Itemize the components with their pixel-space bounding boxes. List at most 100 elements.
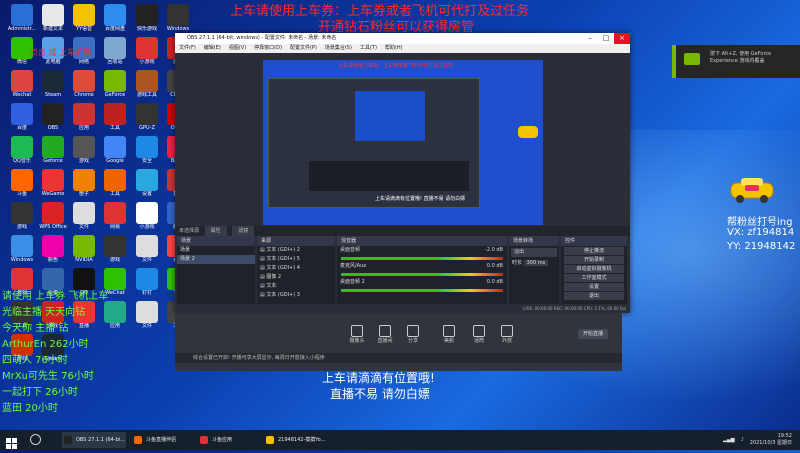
overlay-green-line: 请使用 上车券 飞机上车 [2,291,109,302]
obs-titlebar[interactable]: OBS 27.1.1 (64-bit, windows) - 配置文件: 未命名… [175,33,630,44]
overlay-left-red: 点击 成 上车新路 [30,48,92,57]
obs-menu-item[interactable]: 编辑(E) [204,45,221,51]
scenes-dock-title: 场景 [181,238,192,244]
obs-menu-item[interactable]: 工具(T) [360,45,377,51]
companion-button[interactable]: 直播间 [371,325,399,344]
taskbar-app[interactable]: 斗鱼应用 [198,432,262,448]
taskbar-app[interactable]: OBS 27.1.1 (64-bi... [62,432,126,448]
obs-menu-item[interactable]: 配置文件(P) [290,45,317,51]
source-item[interactable]: ▤ 文本 (GDI+) 4 [257,264,335,273]
desktop-icon-label: Windows [166,26,190,32]
companion-button-label: 分享 [407,338,418,344]
source-item[interactable]: ▤ 文本 (GDI+) 5 [257,255,335,264]
app-icon [136,169,158,191]
volume-meter [341,273,503,276]
source-item[interactable]: ▤ 文本 (GDI+) 3 [257,291,335,300]
control-button[interactable]: 设置 [564,283,624,291]
mixer-channel-name: 桌面音频 2 [340,279,365,285]
scene-item[interactable]: 场景 [177,246,255,255]
volume-icon[interactable]: ♪ [741,437,744,443]
app-icon [136,103,158,125]
app-icon [42,235,64,257]
transition-select[interactable]: 淡出 [511,248,557,257]
taskbar: OBS 27.1.1 (64-bi... 斗鱼直播伴侣 斗鱼应用 21948142-摸… [0,430,800,450]
control-button[interactable]: 开始录制 [564,256,624,264]
obs-menu-item[interactable]: 场景集合(S) [325,45,352,51]
sources-dock: 来源 ▤ 文本 (GDI+) 2 ▤ 文本 (GDI+) 5 ▤ 文本 (GDI+)… [257,236,335,312]
live-companion-app[interactable]: 摄像头 直播间 分享 美颜 话筒 外放 开始直播 综合设置已开启! 开播可享大屏显示, 每… [175,313,622,371]
app-icon [136,37,158,59]
companion-button[interactable]: 话筒 [465,325,493,344]
app-icon [167,4,189,26]
obs-title-text: OBS 27.1.1 (64-bit, windows) - 配置文件: 未命名… [187,35,337,41]
app-icon [73,169,95,191]
obs-menu-item[interactable]: 视图(V) [229,45,246,51]
app-icon [73,4,95,26]
properties-button[interactable]: 属性 [204,226,227,236]
duration-input[interactable]: 300 ms [523,260,549,266]
app-icon [11,136,33,158]
companion-button[interactable]: 分享 [399,325,427,344]
overlay-green-line: MrXu可先生 76小时 [2,371,94,382]
taskbar-app-icon [200,436,208,444]
obs-menu-item[interactable]: 停靠窗口(D) [254,45,282,51]
companion-notice: 综合设置已开启! 开播可享大屏显示, 每周日开放接入小程序 [175,353,622,363]
overlay-green-line: 今天你 主播 钻 [2,323,69,334]
control-button[interactable]: 工作室模式 [564,274,624,282]
transitions-dock: 场景转场 淡出 时长 300 ms [509,236,559,312]
obs-menu-item[interactable]: 帮助(H) [385,45,403,51]
clock-date: 2021/10/3 星期日 [749,440,792,446]
maximize-icon[interactable]: □ [598,33,614,44]
mixer-channel-db: 0.0 dB [486,279,503,285]
scenes-dock: 场景 场景 场景 2 [177,236,255,312]
controls-dock: 控件 停止推流 开始录制 启动虚拟摄像机 工作室模式 设置 退出 [561,236,627,312]
companion-button-icon [443,325,455,337]
mixer-channel-name: 桌面音频 [340,247,361,253]
app-icon [104,70,126,92]
obs-menubar: 文件(F) 编辑(E) 视图(V) 停靠窗口(D) 配置文件(P) 场景集合(S) 工具(T… [175,44,630,53]
app-icon [104,169,126,191]
preview-overlay-red: 上车请使用上车券：上车券或者飞机可代打及过任务 [338,63,454,69]
companion-button[interactable]: 摄像头 [343,325,371,344]
source-item[interactable]: ▤ 文本 [257,282,335,291]
start-live-button[interactable]: 开始直播 [578,329,608,339]
windows-start-icon[interactable] [6,434,17,449]
app-icon [136,136,158,158]
mixer-dock: 混音器 桌面音频 -2.0 dB 麦克风/Aux 0.0 dB 桌面音频 2 0.0 dB [337,236,507,312]
mixer-channel-header: 桌面音频 -2.0 dB [337,246,507,255]
control-button[interactable]: 启动虚拟摄像机 [564,265,624,273]
app-icon [73,136,95,158]
clock[interactable]: 19:52 2021/10/3 星期日 [750,433,792,447]
overlay-fans: 帮粉丝打号ing [727,217,793,228]
search-icon[interactable] [30,434,41,445]
taskbar-app[interactable]: 21948142-摸摸Yo... [264,432,328,448]
minimize-icon[interactable]: – [582,33,598,44]
nvidia-logo-icon [684,53,700,65]
notification-line2: Experience 游戏内覆盖 [710,58,765,64]
obs-preview[interactable]: 上车请使用上车券：上车券或者飞机可代打及过任务 上车请滴滴有位置哦! 直播不易 … [263,60,543,225]
obs-menu-item[interactable]: 文件(F) [179,45,196,51]
app-icon [136,235,158,257]
obs-window[interactable]: OBS 27.1.1 (64-bit, windows) - 配置文件: 未命名… [175,33,630,313]
controls-dock-title: 控件 [565,238,576,244]
mixer-channel-db: 0.0 dB [486,263,503,269]
scene-item[interactable]: 场景 2 [177,255,255,264]
source-item[interactable]: ▤ 图像 2 [257,273,335,282]
mixer-channel: 桌面音频 2 0.0 dB [337,278,507,292]
taskbar-app-label: 斗鱼应用 [212,437,233,443]
control-button[interactable]: 退出 [564,292,624,300]
companion-button[interactable]: 美颜 [435,325,463,344]
taskbar-app[interactable]: 斗鱼直播伴侣 [132,432,196,448]
companion-button[interactable]: 外放 [493,325,521,344]
source-item[interactable]: ▤ 文本 (GDI+) 2 [257,246,335,255]
filters-button[interactable]: 滤镜 [232,226,255,236]
geforce-notification[interactable]: 按下 Alt+Z, 使用 GeForce Experience 游戏内覆盖 [672,45,800,78]
app-icon [73,235,95,257]
app-icon [104,136,126,158]
close-icon[interactable]: × [614,33,630,44]
app-icon [104,301,126,323]
network-icon[interactable]: ▂▄▆ [723,437,735,443]
app-icon [11,235,33,257]
control-button[interactable]: 停止推流 [564,247,624,255]
app-icon [73,103,95,125]
